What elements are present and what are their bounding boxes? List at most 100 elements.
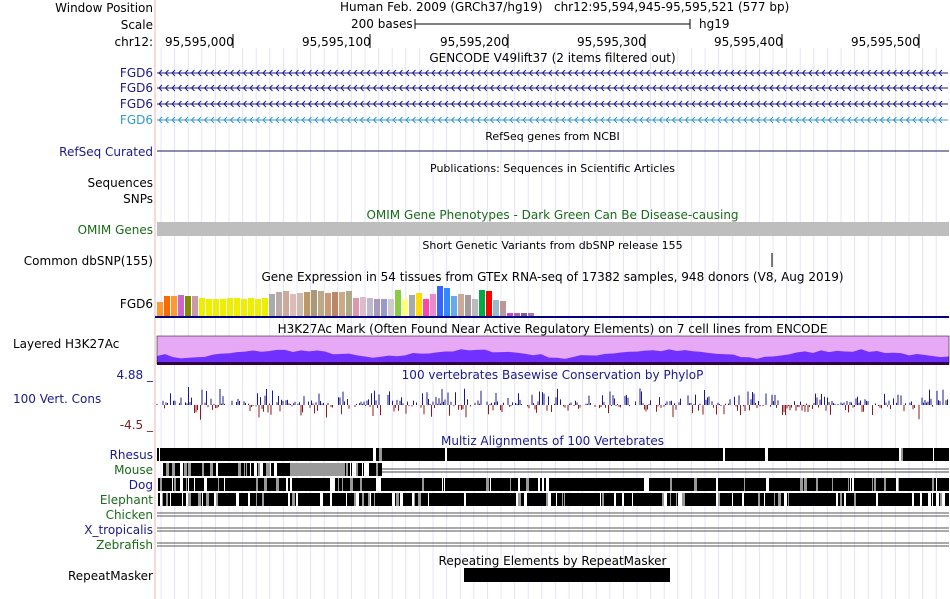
gtex-bar <box>283 291 289 316</box>
gencode-gene-4[interactable]: FGD6 <box>120 113 153 127</box>
multiz-block <box>162 463 382 476</box>
gtex-bar <box>290 294 296 316</box>
multiz-gap <box>380 478 381 491</box>
multiz-gap <box>520 493 521 506</box>
multiz-gap <box>256 478 258 491</box>
gtex-bar <box>472 299 478 316</box>
multiz-gap <box>758 493 760 506</box>
multiz-gap <box>180 478 183 491</box>
gtex-bar <box>367 298 373 316</box>
publications-snps-label[interactable]: SNPs <box>123 192 153 206</box>
position-readout: chr12:95,594,945-95,595,521 (577 bp) <box>553 0 790 14</box>
omim-title: OMIM Gene Phenotypes - Dark Green Can Be… <box>366 208 739 222</box>
gtex-bar <box>185 296 191 316</box>
repeatmasker-element <box>464 568 670 582</box>
multiz-gap <box>524 493 527 506</box>
multiz-species-rhesus[interactable]: Rhesus <box>110 448 153 462</box>
multiz-gap <box>362 463 363 476</box>
multiz-gap <box>670 493 671 506</box>
multiz-gap <box>562 493 563 506</box>
multiz-gap <box>682 493 685 506</box>
multiz-gap <box>188 478 189 491</box>
multiz-gap <box>538 478 540 491</box>
gtex-bar <box>409 295 415 316</box>
cons-label[interactable]: 100 Vert. Cons <box>13 392 101 406</box>
multiz-gap <box>256 493 257 506</box>
multiz-gap <box>936 493 938 506</box>
omim-label[interactable]: OMIM Genes <box>78 223 153 237</box>
gtex-bar <box>262 298 268 316</box>
multiz-gap <box>212 463 213 476</box>
multiz-gap <box>518 493 520 506</box>
gtex-bar <box>423 299 429 316</box>
multiz-gap <box>932 493 933 506</box>
multiz-gap <box>816 478 818 491</box>
multiz-species-mouse[interactable]: Mouse <box>114 463 153 477</box>
multiz-gap <box>374 493 375 506</box>
dbsnp-label[interactable]: Common dbSNP(155) <box>24 254 153 268</box>
gtex-bar <box>234 298 240 316</box>
gtex-bar <box>269 294 275 316</box>
multiz-species-chicken[interactable]: Chicken <box>106 508 153 522</box>
multiz-gap <box>632 493 633 506</box>
multiz-gap <box>188 463 191 476</box>
gtex-bar <box>318 291 324 316</box>
multiz-gap <box>600 493 601 506</box>
gencode-gene-3[interactable]: FGD6 <box>120 97 153 111</box>
multiz-gap <box>356 463 358 476</box>
multiz-gap <box>268 463 270 476</box>
multiz-block <box>158 493 949 506</box>
gencode-gene-2[interactable]: FGD6 <box>120 81 153 95</box>
multiz-gap <box>368 463 369 476</box>
ruler-tick-label: 95,595,500 <box>851 35 920 49</box>
multiz-gap <box>664 493 667 506</box>
multiz-gap <box>198 493 201 506</box>
multiz-species-zebrafish[interactable]: Zebrafish <box>96 538 153 552</box>
multiz-gap <box>940 493 942 506</box>
gtex-bar <box>255 299 261 316</box>
multiz-gap <box>214 493 216 506</box>
multiz-gap <box>678 493 680 506</box>
multiz-gap <box>332 478 335 491</box>
multiz-gap <box>166 493 168 506</box>
gencode-gene-1[interactable]: FGD6 <box>120 66 153 80</box>
multiz-gap <box>244 463 245 476</box>
multiz-gap <box>338 478 339 491</box>
gtex-label[interactable]: FGD6 <box>120 297 153 311</box>
multiz-title: Multiz Alignments of 100 Vertebrates <box>440 434 665 448</box>
multiz-gap <box>778 493 781 506</box>
multiz-gap <box>208 493 209 506</box>
refseq-label[interactable]: RefSeq Curated <box>59 145 153 159</box>
multiz-gap <box>376 463 378 476</box>
multiz-gap <box>765 448 768 461</box>
gtex-bar <box>402 299 408 316</box>
multiz-gap <box>876 493 878 506</box>
multiz-gap <box>694 478 697 491</box>
gtex-bar <box>507 313 513 316</box>
multiz-gap <box>216 463 218 476</box>
repeatmasker-label[interactable]: RepeatMasker <box>68 569 153 583</box>
multiz-gap <box>840 493 842 506</box>
multiz-species-elephant[interactable]: Elephant <box>100 493 153 507</box>
gtex-bar <box>206 299 212 316</box>
multiz-gap <box>260 463 263 476</box>
gtex-bar <box>430 294 436 316</box>
multiz-gap <box>548 493 551 506</box>
multiz-gap <box>162 463 163 476</box>
gtex-bar <box>227 298 233 316</box>
gtex-bar <box>304 292 310 316</box>
multiz-gap <box>844 493 846 506</box>
multiz-gap <box>418 493 421 506</box>
multiz-gap <box>170 493 171 506</box>
multiz-gap <box>836 493 838 506</box>
publications-sequences-label[interactable]: Sequences <box>88 176 153 190</box>
gtex-bar <box>178 295 184 316</box>
multiz-gap <box>723 448 725 461</box>
h3k27ac-label[interactable]: Layered H3K27Ac <box>13 337 119 351</box>
multiz-gap <box>172 463 175 476</box>
multiz-species-xtropicalis[interactable]: X_tropicalis <box>84 523 153 537</box>
gtex-bar <box>437 286 443 316</box>
multiz-gap <box>848 478 849 491</box>
multiz-gap <box>936 478 937 491</box>
multiz-species-dog[interactable]: Dog <box>129 478 153 492</box>
